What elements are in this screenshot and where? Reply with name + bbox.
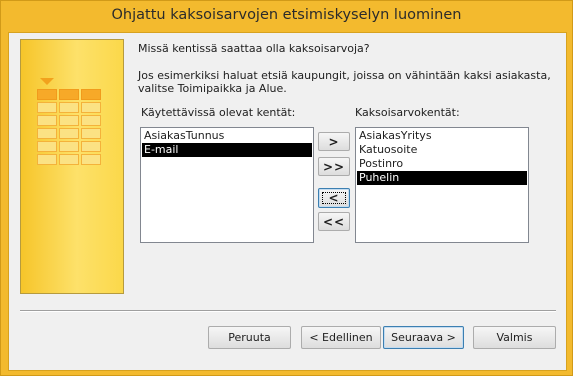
wizard-illustration bbox=[20, 39, 124, 294]
window-title: Ohjattu kaksoisarvojen etsimiskyselyn lu… bbox=[111, 7, 462, 23]
table-grid-icon bbox=[37, 89, 101, 165]
list-item[interactable]: Postinro bbox=[357, 157, 527, 171]
list-item[interactable]: Katuosoite bbox=[357, 143, 527, 157]
list-item[interactable]: AsiakasYritys bbox=[357, 129, 527, 143]
list-item[interactable]: E-mail bbox=[142, 143, 312, 157]
down-arrow-icon bbox=[40, 78, 54, 85]
question-text: Missä kentissä saattaa olla kaksoisarvoj… bbox=[138, 42, 370, 55]
wizard-window: Ohjattu kaksoisarvojen etsimiskyselyn lu… bbox=[0, 0, 573, 376]
hint-text-line1: Jos esimerkiksi haluat etsiä kaupungit, … bbox=[138, 69, 551, 82]
add-field-label: > bbox=[328, 134, 340, 149]
add-all-fields-label: >> bbox=[322, 159, 346, 174]
remove-field-button[interactable]: < bbox=[318, 188, 350, 208]
back-button[interactable]: < Edellinen bbox=[301, 326, 381, 349]
available-fields-list[interactable]: AsiakasTunnus E-mail bbox=[140, 127, 314, 243]
remove-all-fields-button[interactable]: << bbox=[318, 212, 350, 231]
list-item[interactable]: AsiakasTunnus bbox=[142, 129, 312, 143]
hint-text-line2: valitse Toimipaikka ja Alue. bbox=[138, 82, 287, 95]
footer-divider bbox=[20, 310, 556, 312]
duplicate-fields-label: Kaksoisarvokentät: bbox=[355, 106, 460, 119]
title-bar[interactable]: Ohjattu kaksoisarvojen etsimiskyselyn lu… bbox=[1, 1, 572, 32]
back-button-label: < Edellinen bbox=[309, 331, 373, 344]
next-button-label: Seuraava > bbox=[391, 331, 456, 344]
add-all-fields-button[interactable]: >> bbox=[318, 157, 350, 176]
cancel-button[interactable]: Peruuta bbox=[208, 326, 291, 349]
add-field-button[interactable]: > bbox=[318, 132, 350, 151]
cancel-button-label: Peruuta bbox=[228, 331, 271, 344]
remove-all-fields-label: << bbox=[322, 214, 346, 229]
list-item[interactable]: Puhelin bbox=[357, 171, 527, 185]
available-fields-label: Käytettävissä olevat kentät: bbox=[141, 106, 296, 119]
finish-button[interactable]: Valmis bbox=[473, 326, 556, 349]
next-button[interactable]: Seuraava > bbox=[383, 326, 464, 349]
duplicate-fields-list[interactable]: AsiakasYritys Katuosoite Postinro Puheli… bbox=[355, 127, 529, 243]
remove-field-label: < bbox=[328, 191, 340, 205]
finish-button-label: Valmis bbox=[496, 331, 533, 344]
wizard-body: Missä kentissä saattaa olla kaksoisarvoj… bbox=[8, 32, 567, 371]
